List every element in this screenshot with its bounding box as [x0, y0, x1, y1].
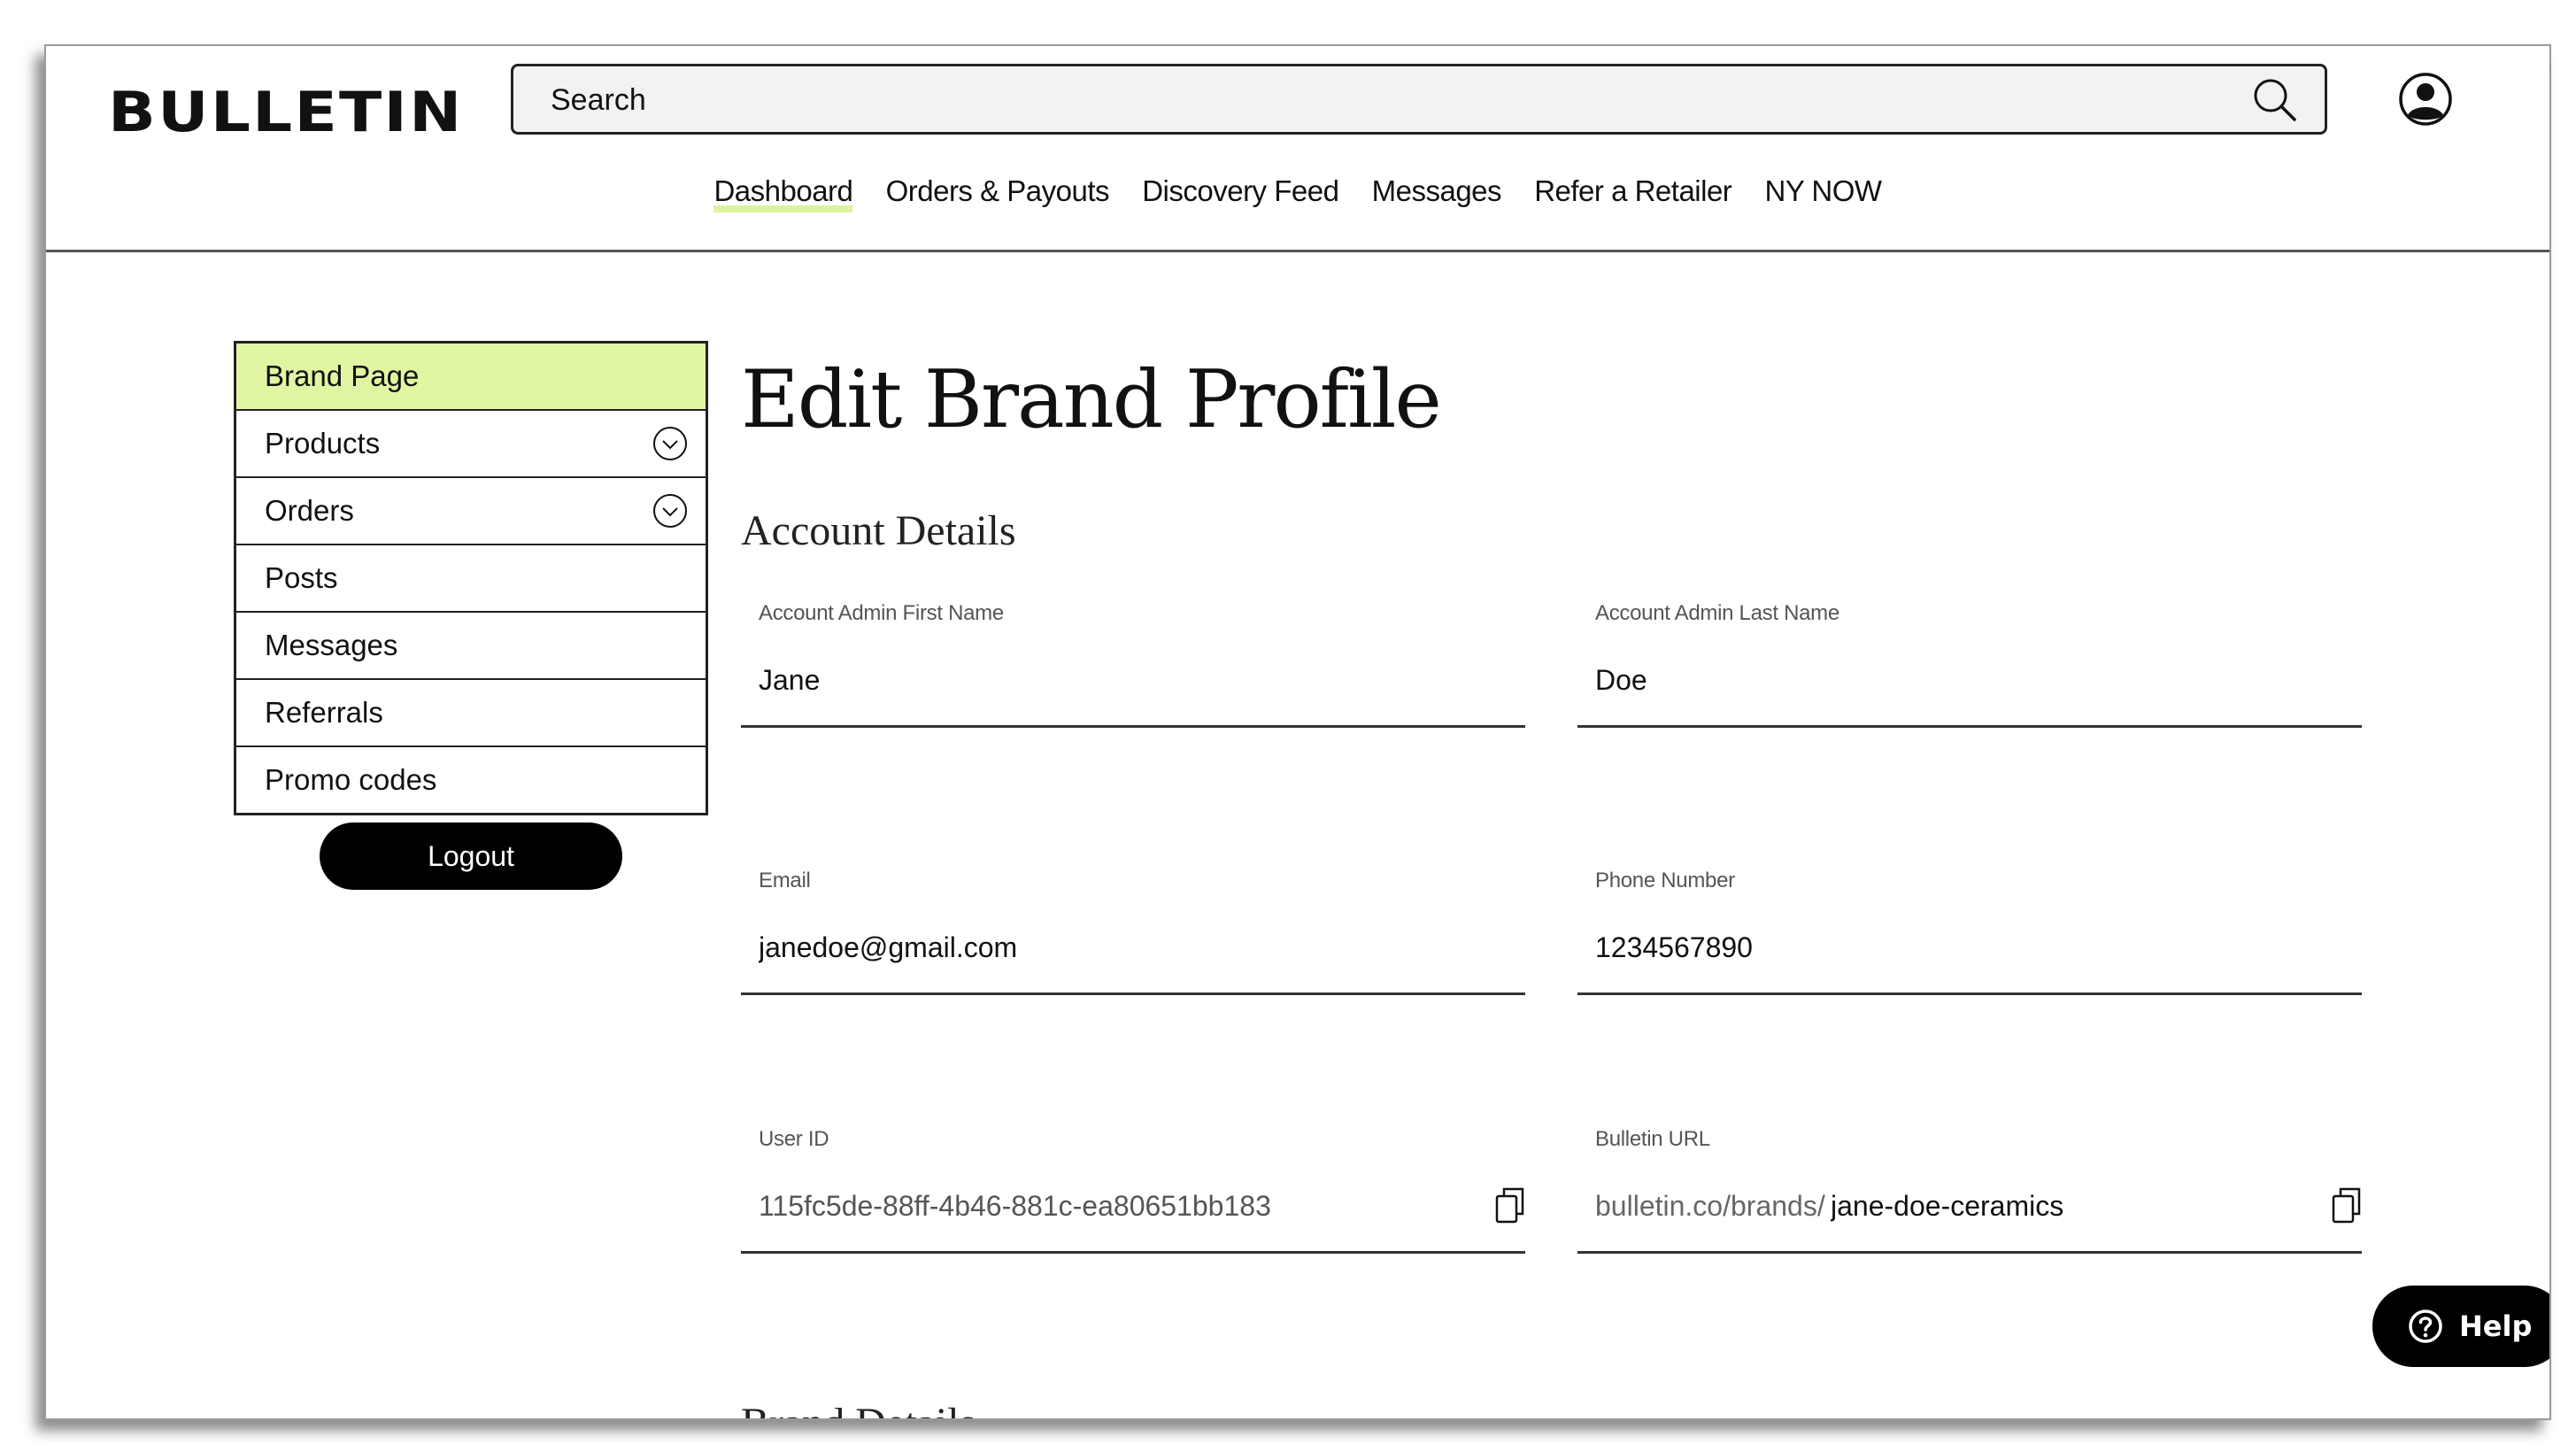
- search-input[interactable]: [549, 66, 2234, 134]
- sidebar-item-label: Posts: [265, 561, 338, 594]
- page-title: Edit Brand Profile: [741, 353, 1442, 446]
- phone-input[interactable]: [1595, 923, 2303, 971]
- nav-orders-payouts[interactable]: Orders & Payouts: [886, 170, 1110, 212]
- field-label: Account Admin First Name: [759, 601, 1004, 625]
- sidebar-item-label: Orders: [265, 494, 354, 527]
- search-icon[interactable]: [2250, 75, 2300, 125]
- search-bar: [511, 64, 2327, 135]
- url-prefix: bulletin.co/brands/: [1595, 1190, 1825, 1222]
- copy-icon[interactable]: [1495, 1186, 1525, 1224]
- bulletin-url-input[interactable]: [1831, 1182, 2291, 1230]
- section-title-brand-details: Brand Details: [741, 1399, 976, 1418]
- field-label: Account Admin Last Name: [1595, 601, 1839, 625]
- sidebar-item-label: Referrals: [265, 696, 383, 729]
- nav-messages[interactable]: Messages: [1372, 170, 1502, 212]
- chevron-down-circle-icon[interactable]: [652, 426, 688, 461]
- nav-dashboard[interactable]: Dashboard: [713, 170, 853, 212]
- sidebar-item-label: Brand Page: [265, 359, 420, 392]
- sidebar-item-products[interactable]: Products: [236, 411, 706, 478]
- main-nav: Dashboard Orders & Payouts Discovery Fee…: [46, 170, 2549, 212]
- sidebar-menu: Brand Page Products Orders Posts Message…: [234, 341, 708, 815]
- help-label: Help: [2459, 1309, 2533, 1343]
- last-name-input[interactable]: [1595, 656, 2303, 704]
- sidebar-item-brand-page[interactable]: Brand Page: [236, 344, 706, 411]
- bulletin-url-field: Bulletin URL bulletin.co/brands/: [1577, 1127, 2362, 1254]
- user-id-field: User ID: [741, 1127, 1525, 1254]
- first-name-field: Account Admin First Name: [741, 601, 1525, 728]
- field-label: Email: [759, 869, 811, 892]
- help-circle-icon: [2409, 1309, 2442, 1343]
- sidebar-item-posts[interactable]: Posts: [236, 545, 706, 613]
- field-label: Bulletin URL: [1595, 1127, 1710, 1151]
- user-account-icon[interactable]: [2397, 71, 2454, 127]
- help-button[interactable]: Help: [2372, 1286, 2549, 1367]
- nav-discovery-feed[interactable]: Discovery Feed: [1142, 170, 1339, 212]
- phone-field: Phone Number: [1577, 869, 2362, 995]
- header: BULLETIN Dashboard Orders & Payouts Disc…: [46, 46, 2549, 252]
- chevron-down-circle-icon[interactable]: [652, 493, 688, 529]
- user-id-input[interactable]: [759, 1182, 1467, 1230]
- first-name-input[interactable]: [759, 656, 1467, 704]
- sidebar-item-referrals[interactable]: Referrals: [236, 680, 706, 747]
- section-title-account-details: Account Details: [741, 507, 1016, 554]
- sidebar-item-promo-codes[interactable]: Promo codes: [236, 747, 706, 813]
- bulletin-logo[interactable]: BULLETIN: [108, 73, 464, 152]
- sidebar-item-label: Products: [265, 427, 381, 460]
- nav-ny-now[interactable]: NY NOW: [1764, 170, 1882, 212]
- sidebar-item-label: Messages: [265, 629, 398, 661]
- last-name-field: Account Admin Last Name: [1577, 601, 2362, 728]
- sidebar-item-orders[interactable]: Orders: [236, 478, 706, 545]
- app-window: BULLETIN Dashboard Orders & Payouts Disc…: [44, 44, 2551, 1420]
- logout-button[interactable]: Logout: [320, 823, 622, 890]
- field-label: User ID: [759, 1127, 829, 1151]
- nav-refer-retailer[interactable]: Refer a Retailer: [1534, 170, 1732, 212]
- email-field: Email: [741, 869, 1525, 995]
- field-label: Phone Number: [1595, 869, 1735, 892]
- copy-icon[interactable]: [2332, 1186, 2362, 1224]
- sidebar-item-messages[interactable]: Messages: [236, 613, 706, 680]
- sidebar-item-label: Promo codes: [265, 763, 437, 796]
- email-input[interactable]: [759, 923, 1467, 971]
